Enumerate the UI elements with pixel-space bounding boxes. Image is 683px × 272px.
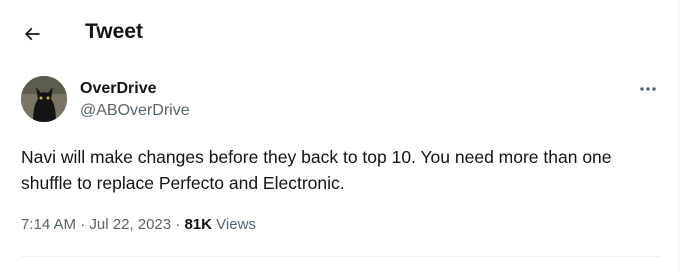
views-label: Views bbox=[216, 216, 256, 233]
arrow-left-icon bbox=[24, 27, 40, 41]
page-title: Tweet bbox=[85, 20, 143, 43]
more-options-button[interactable] bbox=[632, 78, 664, 100]
divider bbox=[21, 256, 661, 257]
black-cat-avatar-icon bbox=[21, 76, 67, 122]
author-handle[interactable]: @ABOverDrive bbox=[80, 101, 190, 121]
ellipsis-icon bbox=[640, 87, 656, 91]
views-count: 81K bbox=[184, 216, 212, 233]
meta-separator: · bbox=[175, 216, 181, 233]
page-header: Tweet bbox=[0, 0, 680, 64]
tweet-meta: 7:14 AM · Jul 22, 2023 · 81K Views bbox=[21, 215, 256, 235]
avatar[interactable] bbox=[21, 76, 67, 122]
tweet-page: Tweet OverDrive @ABOverDrive Navi will m… bbox=[0, 0, 680, 272]
tweet-time-link[interactable]: 7:14 AM · Jul 22, 2023 bbox=[21, 216, 171, 233]
tweet-text: Navi will make changes before they back … bbox=[21, 147, 612, 193]
tweet-date: Jul 22, 2023 bbox=[89, 216, 172, 233]
tweet-time: 7:14 AM bbox=[21, 216, 77, 233]
author-display-name[interactable]: OverDrive bbox=[80, 79, 157, 99]
meta-separator: · bbox=[80, 216, 86, 233]
back-button[interactable] bbox=[14, 16, 50, 52]
